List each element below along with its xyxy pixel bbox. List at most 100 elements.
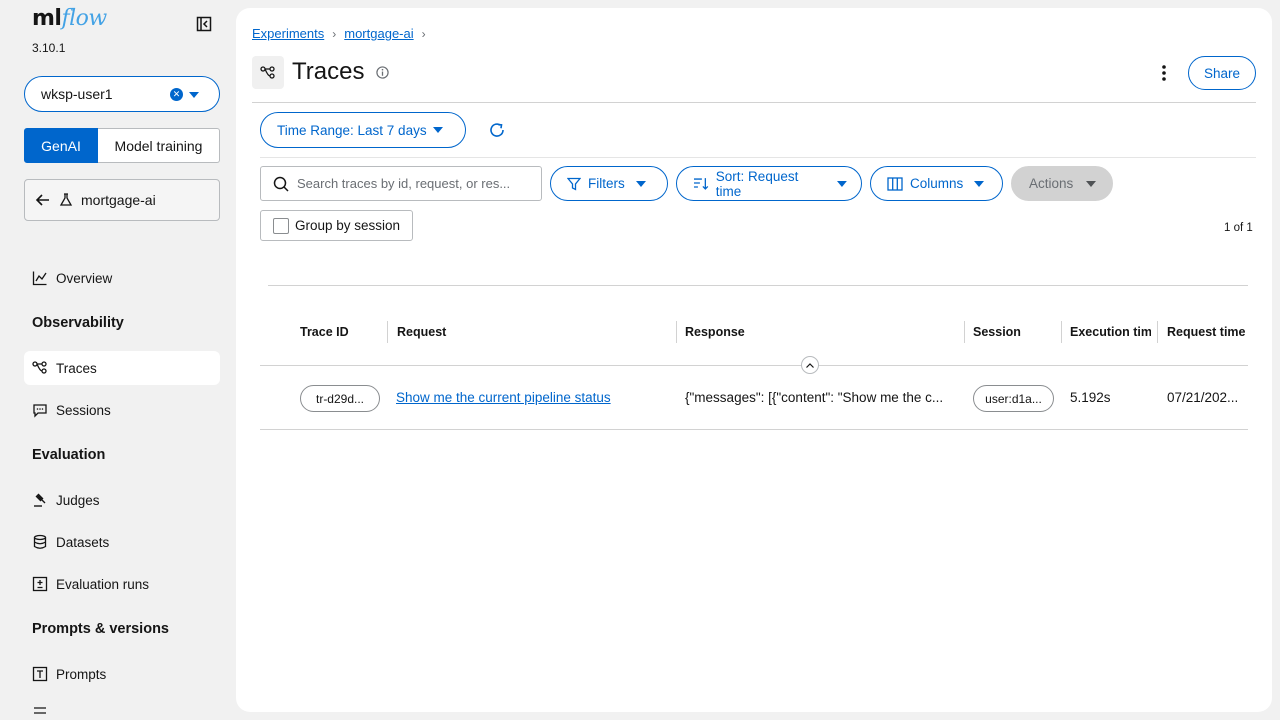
chevron-right-icon: › (332, 26, 337, 41)
session-chip[interactable]: user:d1a... (973, 385, 1054, 412)
divider (260, 429, 1248, 430)
sidebar-item-overview[interactable]: Overview (24, 261, 220, 295)
sidebar-item-datasets[interactable]: Datasets (24, 525, 220, 559)
sidebar: mlflow 3.10.1 wksp-user1 ✕ GenAI Model t… (0, 0, 236, 720)
sidebar-item-label: Judges (56, 492, 100, 508)
sidebar-item-prompts[interactable]: Prompts (24, 657, 220, 691)
pagination-label: 1 of 1 (1224, 222, 1253, 234)
clear-icon[interactable]: ✕ (170, 88, 183, 101)
header-response[interactable]: Response (685, 325, 955, 339)
columns-icon (887, 176, 903, 191)
chevron-up-icon (806, 362, 814, 368)
breadcrumb-experiment[interactable]: mortgage-ai (344, 26, 413, 41)
kebab-icon (1162, 65, 1166, 81)
gavel-icon (32, 492, 48, 508)
sidebar-item-label: Overview (56, 270, 113, 286)
request-cell: Show me the current pipeline status (396, 390, 668, 405)
trace-id-chip[interactable]: tr-d29d... (300, 385, 380, 412)
header-request-time[interactable]: Request time (1167, 325, 1257, 339)
section-prompts: Prompts & versions (32, 621, 169, 637)
time-range-button[interactable]: Time Range: Last 7 days (260, 112, 466, 148)
chevron-right-icon: › (421, 26, 426, 41)
actions-button[interactable]: Actions (1011, 166, 1113, 201)
refresh-icon[interactable] (488, 121, 506, 139)
search-input[interactable] (297, 176, 527, 191)
sidebar-item-evaluation-runs[interactable]: Evaluation runs (24, 567, 220, 601)
sort-button[interactable]: Sort: Request time (676, 166, 862, 201)
list-icon (32, 705, 48, 720)
filters-label: Filters (588, 176, 625, 191)
sidebar-item-label: Evaluation runs (56, 576, 150, 592)
header-request[interactable]: Request (397, 325, 667, 339)
caret-down-icon (837, 180, 848, 187)
version-label: 3.10.1 (32, 41, 66, 55)
sort-icon (693, 177, 709, 190)
traces-icon (252, 56, 284, 89)
columns-button[interactable]: Columns (870, 166, 1003, 201)
sidebar-item-traces[interactable]: Traces (24, 351, 220, 385)
search-box[interactable] (260, 166, 542, 201)
expand-rows-button[interactable] (801, 356, 819, 374)
divider (252, 102, 1256, 103)
caret-down-icon (635, 180, 646, 187)
header-execution-time[interactable]: Execution time (1070, 325, 1151, 339)
column-divider[interactable] (1061, 321, 1062, 343)
page-title: Traces (292, 58, 365, 85)
time-range-label: Time Range: Last 7 days (277, 122, 427, 138)
workspace-selector[interactable]: wksp-user1 ✕ (24, 76, 220, 112)
caret-down-icon (1086, 180, 1097, 187)
divider (260, 157, 1256, 158)
mlflow-logo[interactable]: mlflow (32, 6, 107, 31)
workspace-name: wksp-user1 (41, 86, 113, 102)
caret-down-icon (189, 92, 199, 98)
sidebar-item-sessions[interactable]: Sessions (24, 393, 220, 427)
experiment-back-button[interactable]: mortgage-ai (24, 179, 220, 221)
share-button[interactable]: Share (1188, 56, 1256, 90)
sidebar-item-judges[interactable]: Judges (24, 483, 220, 517)
response-cell: {"messages": [{"content": "Show me the c… (685, 390, 944, 405)
caret-down-icon (432, 127, 443, 133)
model-training-toggle[interactable]: Model training (98, 128, 220, 163)
collapse-sidebar-button[interactable] (194, 14, 214, 34)
caret-down-icon (974, 180, 985, 187)
arrow-left-icon (35, 194, 49, 206)
column-divider[interactable] (1157, 321, 1158, 343)
section-evaluation: Evaluation (32, 447, 106, 463)
genai-toggle[interactable]: GenAI (24, 128, 98, 163)
request-link[interactable]: Show me the current pipeline status (396, 390, 611, 405)
divider (268, 285, 1248, 286)
info-icon[interactable] (376, 66, 389, 79)
sidebar-item-label: Prompts (56, 666, 107, 682)
column-divider[interactable] (676, 321, 677, 343)
execution-time-cell: 5.192s (1070, 390, 1111, 405)
kebab-menu-button[interactable] (1154, 62, 1174, 84)
filter-icon (567, 177, 581, 191)
group-by-session-checkbox[interactable]: Group by session (260, 210, 413, 241)
breadcrumb: Experiments › mortgage-ai › (252, 26, 426, 41)
mode-toggle: GenAI Model training (24, 128, 220, 163)
database-icon (32, 534, 48, 550)
search-icon (273, 176, 289, 192)
header-session[interactable]: Session (973, 325, 1057, 339)
sidebar-collapse-icon (196, 16, 212, 32)
sidebar-item-label: Sessions (56, 402, 111, 418)
sort-label: Sort: Request time (715, 168, 799, 199)
header-trace-id[interactable]: Trace ID (300, 325, 380, 339)
traces-icon (32, 360, 48, 376)
column-divider[interactable] (387, 321, 388, 343)
checkbox[interactable] (273, 217, 289, 234)
experiment-name: mortgage-ai (81, 192, 156, 208)
sidebar-item-partial[interactable] (24, 699, 220, 720)
group-by-session-label: Group by session (295, 218, 401, 233)
main-panel: Experiments › mortgage-ai › Traces Share… (236, 8, 1272, 712)
actions-label: Actions (1029, 176, 1074, 191)
plus-minus-box-icon (32, 576, 48, 592)
columns-label: Columns (910, 176, 964, 191)
column-divider[interactable] (964, 321, 965, 343)
divider (260, 365, 1248, 366)
flask-icon (59, 193, 73, 206)
chart-line-icon (32, 270, 48, 286)
section-observability: Observability (32, 315, 124, 331)
breadcrumb-experiments[interactable]: Experiments (252, 26, 324, 41)
filters-button[interactable]: Filters (550, 166, 668, 201)
